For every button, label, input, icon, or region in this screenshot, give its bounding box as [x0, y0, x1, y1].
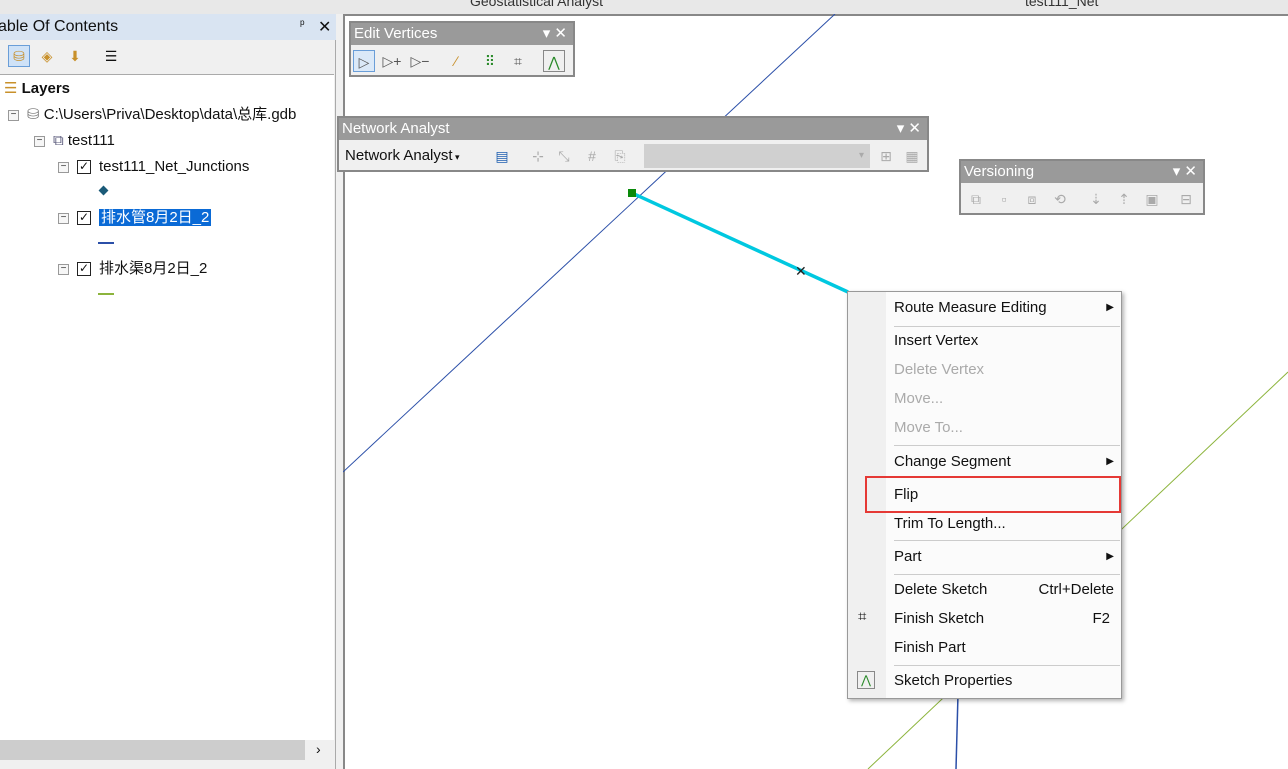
build-network-icon: ⊞ [880, 148, 892, 164]
database-icon: ⛁ [27, 106, 44, 123]
solve-icon: ⎘ [614, 148, 626, 164]
pipe-line [343, 14, 836, 473]
menu-item-sketch-properties[interactable]: Sketch Properties [894, 669, 1114, 693]
toolbar-close-icon[interactable]: ▾ ✕ [1173, 161, 1197, 183]
change-version-icon: ⟲ [1054, 191, 1066, 207]
collapse-icon[interactable]: − [8, 109, 19, 121]
dataset-node[interactable]: − ⧉ test111 [34, 130, 115, 152]
toolbar-title: Versioning [964, 163, 1035, 180]
list-by-source-icon[interactable]: ⛁ [8, 45, 30, 67]
line-symbol [98, 242, 114, 244]
selected-segment [631, 191, 849, 294]
visibility-checkbox[interactable]: ✓ [77, 211, 91, 226]
top-toolbar-strip: Geostatistical Analyst test111_Net [0, 0, 1288, 14]
toc-title-bar: Table Of Contents ᵖ ✕ [0, 14, 336, 40]
delete-vertex-icon[interactable]: ▷− [409, 50, 431, 72]
menu-item-move: Move... [894, 390, 944, 407]
feature-dataset-icon: ⧉ [53, 132, 68, 149]
list-by-drawing-order-icon[interactable]: ◈ [36, 45, 58, 67]
network-identify-icon: ▦ [905, 148, 919, 164]
visibility-checkbox[interactable]: ✓ [77, 262, 91, 277]
toolbar-title: Network Analyst [342, 120, 450, 137]
toolbar-title: Edit Vertices [354, 25, 438, 42]
toc-toolbar: ⛁ ◈ ⬇ ☰ [0, 40, 336, 72]
layer-tree: ☰ Layers − ⛁ C:\Users\Priva\Desktop\data\… [0, 74, 334, 740]
submenu-arrow-icon: ▶ [1106, 456, 1114, 467]
submenu-arrow-icon: ▶ [1106, 302, 1114, 313]
menu-item-finish-part[interactable]: Finish Part [894, 636, 1114, 660]
edit-vertices-toolbar: Edit Vertices ▾ ✕ ▷ ▷+ ▷− ∕ ⠿ ⌗ ⋀ [349, 21, 575, 77]
post-icon: ⇡ [1118, 191, 1130, 207]
reconcile-icon: ⇣ [1090, 191, 1102, 207]
create-version-icon: ▫ [1001, 191, 1007, 207]
line-symbol [98, 293, 114, 295]
menu-item-delete-vertex: Delete Vertex [894, 361, 985, 378]
toolbar-close-icon[interactable]: ▾ ✕ [897, 118, 921, 140]
menu-item-route-measure-editing[interactable]: Route Measure Editing ▶ [894, 296, 1114, 320]
finish-sketch-icon[interactable]: ⌗ [507, 50, 529, 72]
collapse-icon[interactable]: − [34, 135, 45, 147]
submenu-arrow-icon: ▶ [1106, 551, 1114, 562]
menu-item-change-segment[interactable]: Change Segment ▶ [894, 450, 1114, 474]
build-icon: # [588, 148, 596, 164]
network-analyst-window-icon[interactable]: ▤ [491, 145, 513, 167]
layers-icon: ☰ [4, 80, 22, 97]
layer-item[interactable]: − ✓ 排水渠8月2日_2 [58, 258, 207, 280]
scrollbar-thumb[interactable] [0, 740, 305, 760]
sketch-properties-icon[interactable]: ⋀ [543, 50, 565, 72]
menu-item-finish-sketch[interactable]: Finish Sketch F2 [894, 607, 1114, 631]
menu-item-part[interactable]: Part ▶ [894, 545, 1114, 569]
close-icon[interactable]: ✕ [318, 17, 331, 37]
collapse-icon[interactable]: − [58, 161, 69, 173]
layer-item[interactable]: − ✓ 排水管8月2日_2 [58, 207, 212, 229]
horizontal-scrollbar[interactable]: › [0, 740, 334, 760]
conflicts-icon: ▣ [1145, 191, 1159, 207]
toc-title: Table Of Contents [0, 18, 119, 35]
visibility-checkbox[interactable]: ✓ [77, 160, 91, 175]
geostatistical-analyst-menu[interactable]: Geostatistical Analyst [470, 0, 603, 9]
table-of-contents-panel: Table Of Contents ᵖ ✕ ⛁ ◈ ⬇ ☰ ☰ Layers −… [0, 14, 336, 769]
sketch-properties-icon: ⋀ [857, 671, 875, 689]
list-by-visibility-icon[interactable]: ⬇ [64, 45, 86, 67]
collapse-icon[interactable]: − [58, 263, 69, 275]
layers-root[interactable]: ☰ Layers [4, 78, 70, 100]
vertex [628, 189, 636, 197]
cursor-icon: ✕ [795, 263, 807, 279]
version-manager-icon: ⧉ [971, 191, 981, 207]
finish-sketch-icon: ⌗ [858, 608, 867, 625]
add-vertex-icon[interactable]: ▷+ [381, 50, 403, 72]
pipe-line [955, 693, 959, 769]
flip-highlight-box [865, 476, 1121, 513]
point-symbol [98, 185, 109, 196]
menu-item-delete-sketch[interactable]: Delete Sketch Ctrl+Delete [894, 578, 1114, 602]
continue-feature-icon[interactable]: ∕ [445, 50, 467, 72]
sketch-vertices-icon[interactable]: ⠿ [479, 50, 501, 72]
version-changes-icon: ⊟ [1180, 191, 1192, 207]
pin-icon[interactable]: ᵖ [300, 17, 305, 31]
select-move-location-icon: ⤡ [558, 148, 570, 164]
network-analyst-menu[interactable]: Network Analyst ▾ [345, 147, 460, 164]
versioning-toolbar: Versioning ▾ ✕ ⧉ ▫ ⧈ ⟲ ⇣ ⇡ ▣ ⊟ [959, 159, 1205, 215]
network-dataset-select[interactable]: test111_Net [1025, 0, 1098, 9]
scroll-right-icon[interactable]: › [316, 741, 321, 757]
refresh-version-icon: ⧈ [1027, 191, 1037, 207]
menu-item-trim-to-length[interactable]: Trim To Length... [894, 512, 1114, 536]
create-location-icon: ⊹ [532, 148, 544, 164]
network-layer-select: ▾ [644, 144, 870, 168]
layer-item[interactable]: − ✓ test111_Net_Junctions [58, 156, 249, 178]
menu-item-move-to: Move To... [894, 419, 963, 436]
toolbar-close-icon[interactable]: ▾ ✕ [543, 23, 567, 45]
menu-item-insert-vertex[interactable]: Insert Vertex [894, 329, 1114, 353]
network-analyst-toolbar: Network Analyst ▾ ✕ Network Analyst ▾ ▤ ⊹… [337, 116, 929, 172]
gdb-node[interactable]: − ⛁ C:\Users\Priva\Desktop\data\总库.gdb [8, 104, 296, 126]
modify-sketch-vertices-icon[interactable]: ▷ [353, 50, 375, 72]
options-icon[interactable]: ☰ [100, 45, 122, 67]
collapse-icon[interactable]: − [58, 212, 69, 224]
